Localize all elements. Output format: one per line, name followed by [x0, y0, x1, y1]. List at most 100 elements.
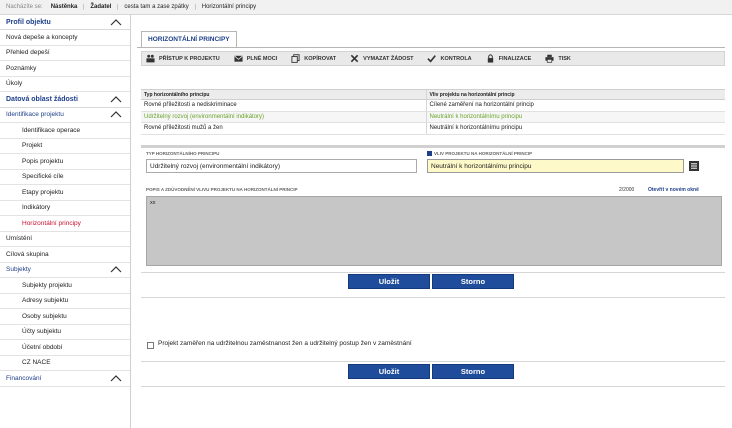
sidebar-header-label: Profil objektu [6, 18, 51, 26]
access-button[interactable]: PŘÍSTUP K PROJEKTU [146, 54, 220, 63]
sidebar-item-identifikace-projektu[interactable]: Identifikace projektu [0, 108, 130, 123]
save-button[interactable]: Uložit [348, 274, 430, 289]
sidebar-item-subjekty[interactable]: Subjekty [0, 263, 130, 278]
table-cell-impact: Neutrální k horizontálnímu principu [425, 122, 725, 135]
breadcrumb-item-current: Horizontální principy [194, 4, 262, 10]
users-icon [146, 54, 155, 63]
chevron-up-icon[interactable] [110, 374, 122, 382]
sidebar-header-label: Datová oblast žádosti [6, 95, 78, 103]
copy-button[interactable]: KOPÍROVAT [291, 54, 336, 63]
table-cell-type: Rovné příležitosti mužů a žen [141, 122, 426, 135]
check-icon [427, 55, 437, 63]
description-textarea[interactable]: xx [146, 196, 722, 266]
sidebar-item-osoby-subjektu[interactable]: Osoby subjektu [0, 309, 130, 325]
breadcrumb-item-project[interactable]: cesta tam a zase zpátky [117, 4, 194, 10]
column-header-type[interactable]: Typ horizontálního principu [141, 89, 426, 100]
table-row[interactable]: Rovné příležitosti a nediskriminace Cíle… [141, 99, 725, 112]
sidebar-item-financovani[interactable]: Financování [0, 371, 130, 387]
sidebar-item-subjekty-projektu[interactable]: Subjekty projektu [0, 278, 130, 294]
divider [141, 386, 725, 387]
copy-icon [291, 54, 300, 63]
sidebar-item-cz-nace[interactable]: CZ NACE [0, 356, 130, 371]
cancel-button-secondary[interactable]: Storno [432, 364, 514, 379]
copy-label: KOPÍROVAT [304, 55, 337, 62]
toolbar: PŘÍSTUP K PROJEKTU PLNÉ MOCI KOPÍROVAT V… [141, 51, 725, 66]
sidebar-item-prehled-depesi[interactable]: Přehled depeší [0, 46, 130, 61]
horizontal-principles-table: Typ horizontálního principu Vliv projekt… [141, 89, 725, 135]
close-icon [350, 54, 359, 63]
breadcrumb-item-nastenka[interactable]: Nástěnka [51, 4, 84, 10]
sidebar-group-label: Identifikace projektu [6, 111, 64, 119]
sidebar-item-cilova-skupina[interactable]: Cílová skupina [0, 247, 130, 263]
breadcrumb-label: Nacházíte se: [6, 4, 43, 10]
table-row-selected[interactable]: Udržitelný rozvoj (environmentální indik… [141, 111, 725, 123]
sidebar-item-ucty-subjektu[interactable]: Účty subjektu [0, 325, 130, 340]
check-button[interactable]: KONTROLA [427, 54, 472, 63]
column-header-impact[interactable]: Vliv projektu na horizontální princip [425, 89, 725, 100]
sidebar-item-indikatory[interactable]: Indikátory [0, 201, 130, 216]
sidebar-item-projekt[interactable]: Projekt [0, 139, 130, 154]
table-row[interactable]: Rovné příležitosti mužů a žen Neutrální … [141, 122, 725, 135]
chevron-up-icon[interactable] [110, 111, 122, 118]
check-label: KONTROLA [440, 55, 472, 62]
print-label: TISK [558, 55, 571, 62]
type-field-label: TYP HORIZONTÁLNÍHO PRINCIPU [146, 151, 220, 156]
sidebar-item-poznamky[interactable]: Poznámky [0, 61, 130, 77]
sidebar-group-label: Financování [6, 374, 42, 382]
impact-field[interactable]: Neutrální k horizontálnímu principu [427, 159, 684, 173]
divider [141, 297, 725, 298]
table-cell-impact: Neutrální k horizontálnímu principu [425, 111, 725, 123]
print-button[interactable]: TISK [545, 54, 571, 63]
employment-checkbox-label[interactable]: Projekt zaměřen na udržitelnou zaměstnan… [158, 340, 412, 347]
sidebar-item-popis-projektu[interactable]: Popis projektu [0, 154, 130, 170]
table-cell-type: Udržitelný rozvoj (environmentální indik… [141, 111, 426, 123]
sidebar-item-nova-depese[interactable]: Nová depeše a koncepty [0, 30, 130, 46]
divider [141, 361, 725, 362]
character-counter: 2/2000 [619, 187, 635, 193]
main-content: HORIZONTÁLNÍ PRINCIPY PŘÍSTUP K PROJEKTU… [131, 15, 732, 428]
envelope-icon [234, 55, 243, 62]
power-of-attorney-button[interactable]: PLNÉ MOCI [234, 54, 278, 63]
printer-icon [545, 54, 554, 63]
sidebar-header-profil[interactable]: Profil objektu [0, 15, 130, 30]
delete-request-button[interactable]: VYMAZAT ŽÁDOST [350, 54, 413, 63]
tab-horizontalni-principy[interactable]: HORIZONTÁLNÍ PRINCIPY [141, 31, 237, 47]
lock-icon [487, 54, 493, 63]
power-label: PLNÉ MOCI [246, 55, 278, 62]
table-header-row: Typ horizontálního principu Vliv projekt… [141, 89, 725, 100]
description-field-label: POPIS A ZDŮVODNĚNÍ VLIVU PROJEKTU NA HOR… [146, 187, 298, 192]
sidebar: Profil objektu Nová depeše a koncepty Př… [0, 15, 131, 428]
table-cell-impact: Cílené zaměření na horizontální princip [425, 99, 725, 112]
sidebar-item-umisteni[interactable]: Umístění [0, 232, 130, 247]
type-field[interactable]: Udržitelný rozvoj (environmentální indik… [146, 159, 417, 173]
finalize-label: FINALIZACE [498, 55, 532, 62]
sidebar-item-etapy-projektu[interactable]: Etapy projektu [0, 185, 130, 201]
tab-underline [137, 47, 725, 48]
breadcrumb: Nacházíte se: Nástěnka Žadatel cesta tam… [0, 0, 732, 15]
employment-checkbox[interactable] [147, 342, 154, 349]
delete-label: VYMAZAT ŽÁDOST [363, 55, 414, 62]
sidebar-item-ucetni-obdobi[interactable]: Účetní období [0, 340, 130, 356]
sidebar-item-horizontalni-principy[interactable]: Horizontální principy [0, 216, 130, 232]
divider [141, 272, 725, 273]
required-icon [427, 151, 432, 156]
table-scrollbar[interactable] [141, 145, 725, 148]
sidebar-group-label: Subjekty [6, 266, 31, 274]
access-label: PŘÍSTUP K PROJEKTU [159, 55, 220, 62]
open-new-window-link[interactable]: Otevřít v novém okně [648, 187, 699, 193]
impact-field-label: VLIV PROJEKTU NA HORIZONTÁLNÍ PRINCIP [434, 151, 533, 156]
sidebar-item-specificke-cile[interactable]: Specifické cíle [0, 170, 130, 185]
chevron-up-icon[interactable] [110, 18, 122, 26]
table-cell-type: Rovné příležitosti a nediskriminace [141, 99, 426, 112]
cancel-button[interactable]: Storno [432, 274, 514, 289]
list-icon[interactable] [689, 161, 699, 171]
sidebar-header-datova-oblast[interactable]: Datová oblast žádosti [0, 92, 130, 108]
breadcrumb-item-zadatel[interactable]: Žadatel [83, 4, 117, 10]
chevron-up-icon[interactable] [110, 95, 122, 103]
sidebar-item-ukoly[interactable]: Úkoly [0, 77, 130, 92]
sidebar-item-identifikace-operace[interactable]: Identifikace operace [0, 123, 130, 139]
save-button-secondary[interactable]: Uložit [348, 364, 430, 379]
finalize-button[interactable]: FINALIZACE [486, 54, 532, 63]
sidebar-item-adresy-subjektu[interactable]: Adresy subjektu [0, 294, 130, 309]
chevron-up-icon[interactable] [110, 266, 122, 273]
